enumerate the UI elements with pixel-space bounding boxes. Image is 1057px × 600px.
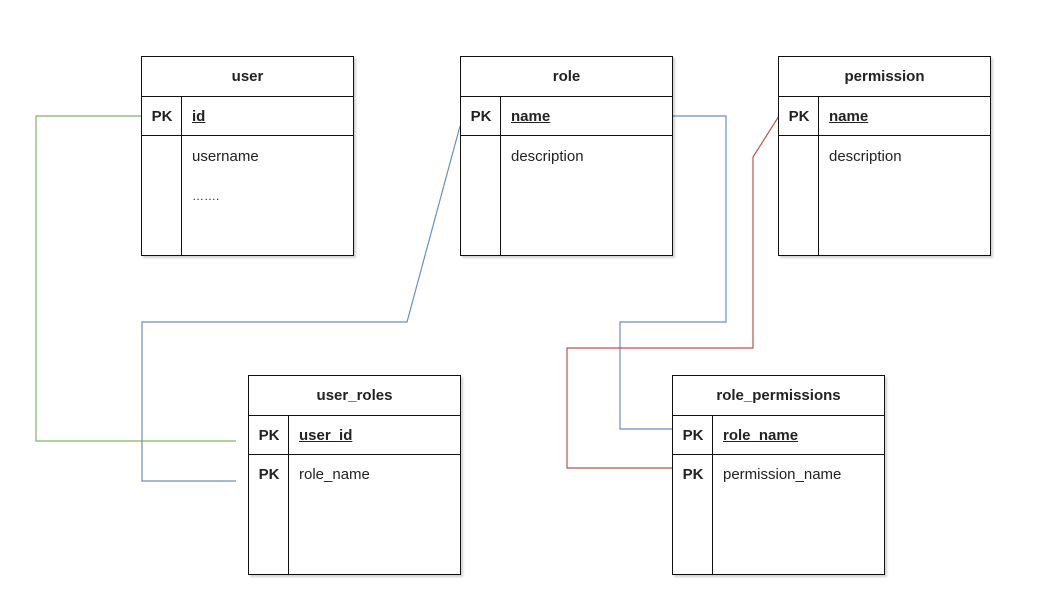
- entity-role[interactable]: role PK name description: [460, 56, 673, 256]
- pk-label: PK: [682, 426, 704, 444]
- pk-field: user_id: [299, 426, 353, 444]
- pk-label: PK: [151, 107, 173, 125]
- pk-label: PK: [682, 466, 704, 483]
- entity-role-permissions[interactable]: role_permissions PK role_name PK permiss…: [672, 375, 885, 575]
- pk-row: PK name: [779, 97, 990, 136]
- key-column-divider: [181, 97, 182, 255]
- entity-body: PK role_name PK permission_name: [673, 416, 884, 574]
- key-column-divider: [712, 416, 713, 574]
- entity-body: PK id username …….: [142, 97, 353, 255]
- pk-field: name: [511, 107, 551, 125]
- pk-row: PK user_id: [249, 416, 460, 455]
- pk-row: PK id: [142, 97, 353, 136]
- field-row: …….: [142, 176, 353, 216]
- field-row: description: [461, 136, 672, 176]
- pk-field: name: [829, 107, 869, 125]
- pk-row: PK name: [461, 97, 672, 136]
- entity-body: PK user_id PK role_name: [249, 416, 460, 574]
- field-name: description: [511, 147, 584, 165]
- field-name: username: [192, 147, 259, 165]
- field-row: description: [779, 136, 990, 176]
- pk-label: PK: [258, 466, 280, 483]
- pk-row: PK role_name: [673, 416, 884, 455]
- field-name: description: [829, 147, 902, 165]
- fk-field: permission_name: [723, 466, 842, 483]
- entity-body: PK name description: [461, 97, 672, 255]
- entity-title: user_roles: [249, 376, 460, 416]
- pk-label: PK: [258, 426, 280, 444]
- pk-label: PK: [470, 107, 492, 125]
- entity-user[interactable]: user PK id username …….: [141, 56, 354, 256]
- entity-title: permission: [779, 57, 990, 97]
- entity-permission[interactable]: permission PK name description: [778, 56, 991, 256]
- key-column-divider: [818, 97, 819, 255]
- key-column-divider: [288, 416, 289, 574]
- field-row: username: [142, 136, 353, 176]
- key-column-divider: [500, 97, 501, 255]
- pk-field: id: [192, 107, 206, 125]
- entity-body: PK name description: [779, 97, 990, 255]
- fk-field: role_name: [299, 466, 370, 483]
- pk-row: PK permission_name: [673, 455, 884, 494]
- entity-title: role_permissions: [673, 376, 884, 416]
- field-name: …….: [192, 189, 220, 203]
- entity-user-roles[interactable]: user_roles PK user_id PK role_name: [248, 375, 461, 575]
- pk-label: PK: [788, 107, 810, 125]
- entity-title: user: [142, 57, 353, 97]
- pk-row: PK role_name: [249, 455, 460, 494]
- entity-title: role: [461, 57, 672, 97]
- pk-field: role_name: [723, 426, 799, 444]
